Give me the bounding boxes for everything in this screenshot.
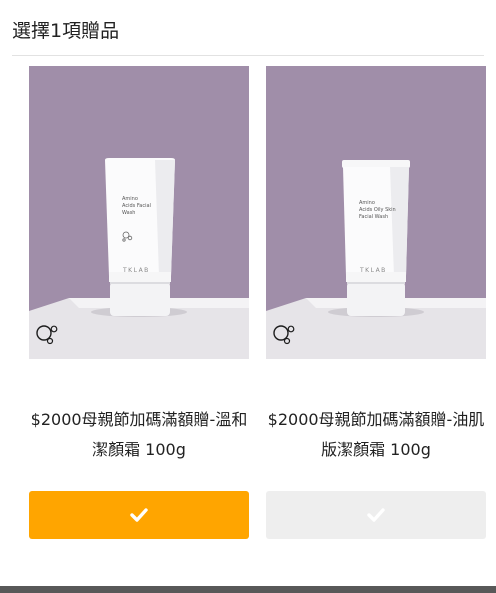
tube-line: Wash xyxy=(122,210,135,216)
gift-card[interactable]: Amino Acids Facial Wash TKLAB $2000母親節加碼… xyxy=(29,66,249,539)
check-icon xyxy=(367,508,385,522)
check-icon xyxy=(130,508,148,522)
product-photo-illustration: Amino Acids Oily Skin Facial Wash TKLAB xyxy=(266,66,486,359)
bottom-bar xyxy=(0,586,496,593)
tube-line: Amino xyxy=(359,200,375,206)
tube-line: Amino xyxy=(122,196,138,202)
product-photo-illustration: Amino Acids Facial Wash TKLAB xyxy=(29,66,249,359)
product-image: Amino Acids Oily Skin Facial Wash TKLAB xyxy=(266,66,486,359)
page-title: 選擇1項贈品 xyxy=(12,20,120,42)
product-name: $2000母親節加碼滿額贈-溫和潔顏霜 100g xyxy=(30,410,248,459)
tube-line: Facial Wash xyxy=(359,214,388,220)
tube-line: Acids Facial xyxy=(122,203,151,209)
brand-label: TKLAB xyxy=(359,267,387,274)
gift-card[interactable]: Amino Acids Oily Skin Facial Wash TKLAB … xyxy=(266,66,486,539)
product-image: Amino Acids Facial Wash TKLAB xyxy=(29,66,249,359)
select-gift-button[interactable] xyxy=(29,491,249,539)
product-name: $2000母親節加碼滿額贈-油肌版潔顏霜 100g xyxy=(267,410,485,459)
tube-line: Acids Oily Skin xyxy=(359,207,396,213)
select-gift-button[interactable] xyxy=(266,491,486,539)
gift-selection-header: 選擇1項贈品 xyxy=(12,18,484,56)
brand-label: TKLAB xyxy=(122,267,150,274)
